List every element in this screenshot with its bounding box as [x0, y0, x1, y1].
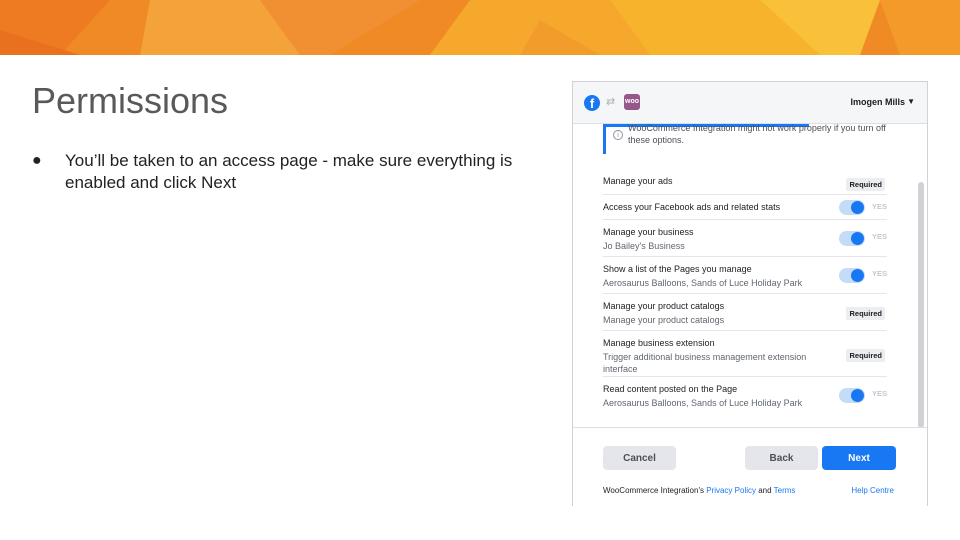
- bullet-list: ● You’ll be taken to an access page - ma…: [32, 150, 562, 194]
- toggle-state: YES: [871, 202, 887, 211]
- required-badge: Required: [846, 178, 885, 191]
- toggle-knob: [851, 201, 864, 214]
- permission-subtitle: Aerosaurus Balloons, Sands of Luce Holid…: [603, 278, 803, 288]
- permission-row: Manage your ads Required: [603, 170, 887, 195]
- permission-subtitle: Jo Bailey's Business: [603, 241, 685, 251]
- permission-title: Manage business extension: [603, 338, 715, 348]
- permission-toggle[interactable]: [839, 268, 865, 283]
- warning-text: WooCommerce Integration might not work p…: [628, 123, 886, 145]
- permission-toggle[interactable]: [839, 388, 865, 403]
- chevron-down-icon[interactable]: ▼: [907, 97, 915, 106]
- privacy-policy-link[interactable]: Privacy Policy: [706, 486, 756, 495]
- permission-title: Manage your product catalogs: [603, 301, 725, 311]
- permission-subtitle: Aerosaurus Balloons, Sands of Luce Holid…: [603, 398, 803, 408]
- permission-toggle[interactable]: [839, 231, 865, 246]
- facebook-logo-icon: f: [584, 95, 600, 111]
- bullet-text: You’ll be taken to an access page - make…: [65, 151, 513, 192]
- account-name[interactable]: Imogen Mills: [850, 97, 905, 107]
- bullet-item: ● You’ll be taken to an access page - ma…: [32, 150, 562, 194]
- permission-row: Access your Facebook ads and related sta…: [603, 195, 887, 220]
- policy-notice: WooCommerce Integration's Privacy Policy…: [603, 486, 795, 495]
- permission-subtitle: Trigger additional business management e…: [603, 352, 807, 374]
- facebook-permissions-dialog: f ⇄ woo Imogen Mills ▼ i WooCommerce Int…: [572, 81, 928, 506]
- required-badge: Required: [846, 349, 885, 362]
- help-centre-link[interactable]: Help Centre: [851, 486, 894, 495]
- permission-row: Read content posted on the Page Aerosaur…: [603, 377, 887, 414]
- toggle-knob: [851, 232, 864, 245]
- permission-row: Show a list of the Pages you manage Aero…: [603, 257, 887, 294]
- policy-prefix: WooCommerce Integration's: [603, 486, 707, 495]
- required-badge: Required: [846, 307, 885, 320]
- permission-title: Manage your ads: [603, 176, 673, 186]
- slide-title: Permissions: [32, 80, 229, 121]
- scrollbar[interactable]: [918, 182, 924, 428]
- link-icon: ⇄: [606, 96, 616, 108]
- toggle-knob: [851, 269, 864, 282]
- permission-toggle[interactable]: [839, 200, 865, 215]
- next-button[interactable]: Next: [822, 446, 896, 470]
- bullet-marker: ●: [32, 152, 42, 169]
- dialog-footer: Cancel Back Next WooCommerce Integration…: [573, 427, 927, 506]
- permission-title: Manage your business: [603, 227, 694, 237]
- cancel-button[interactable]: Cancel: [603, 446, 676, 470]
- toggle-state: YES: [871, 232, 887, 241]
- toggle-knob: [851, 389, 864, 402]
- permission-row: Manage your product catalogs Manage your…: [603, 294, 887, 331]
- back-button[interactable]: Back: [745, 446, 818, 470]
- policy-and: and: [756, 486, 774, 495]
- permission-title: Read content posted on the Page: [603, 384, 738, 394]
- dialog-header: f ⇄ woo Imogen Mills ▼: [573, 82, 927, 124]
- warning-notice: i WooCommerce Integration might not work…: [603, 123, 887, 154]
- terms-link[interactable]: Terms: [774, 486, 796, 495]
- permission-list: Manage your ads Required Access your Fac…: [603, 170, 887, 414]
- slide-banner: [0, 0, 960, 55]
- toggle-state: YES: [871, 269, 887, 278]
- toggle-state: YES: [871, 389, 887, 398]
- permission-row: Manage your business Jo Bailey's Busines…: [603, 220, 887, 257]
- permission-row: Manage business extension Trigger additi…: [603, 331, 887, 377]
- woocommerce-logo-icon: woo: [624, 94, 640, 110]
- info-icon: i: [613, 130, 623, 140]
- permission-title: Access your Facebook ads and related sta…: [603, 202, 781, 212]
- permission-title: Show a list of the Pages you manage: [603, 264, 752, 274]
- permission-subtitle: Manage your product catalogs: [603, 315, 725, 325]
